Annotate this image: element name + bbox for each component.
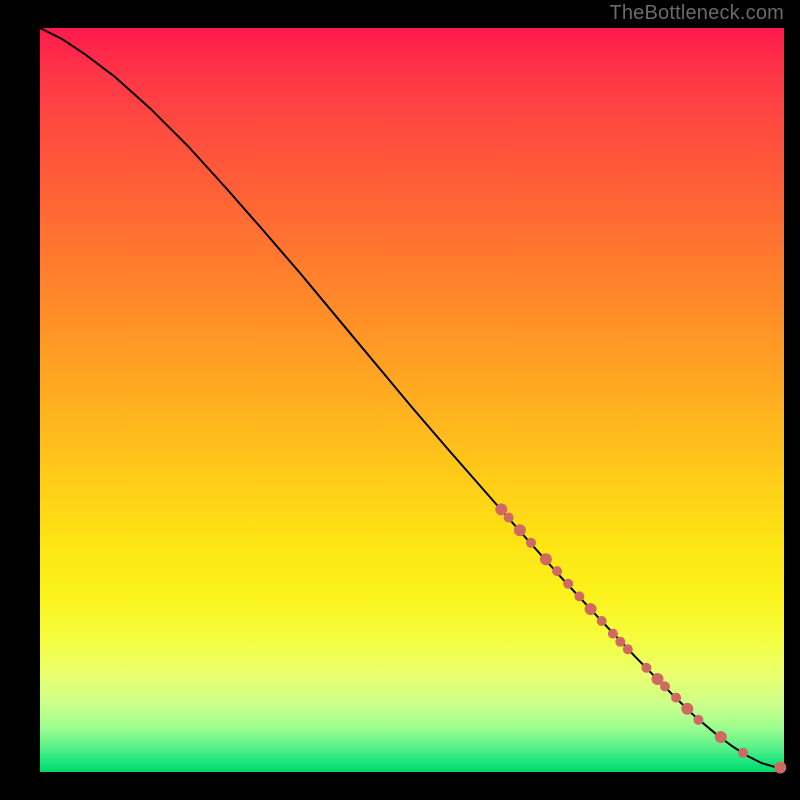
marker-group: [495, 503, 786, 773]
plot-area: [40, 28, 784, 772]
marker-dot: [671, 693, 681, 703]
marker-dot: [495, 503, 507, 515]
marker-dot: [574, 591, 584, 601]
attribution-text: TheBottleneck.com: [609, 2, 784, 25]
marker-dot: [597, 616, 607, 626]
marker-dot: [540, 553, 552, 565]
marker-dot: [615, 637, 625, 647]
marker-dot: [623, 644, 633, 654]
bottleneck-curve: [40, 28, 784, 768]
marker-dot: [552, 566, 562, 576]
marker-dot: [585, 603, 597, 615]
marker-dot: [681, 703, 693, 715]
marker-dot: [563, 579, 573, 589]
marker-dot: [660, 681, 670, 691]
marker-dot: [514, 524, 526, 536]
marker-dot: [693, 715, 703, 725]
marker-dot: [738, 748, 748, 758]
marker-dot: [641, 663, 651, 673]
marker-dot: [526, 538, 536, 548]
marker-dot: [504, 513, 514, 523]
marker-dot: [608, 629, 618, 639]
chart-svg: [40, 28, 784, 772]
marker-dot: [774, 762, 786, 774]
chart-frame: TheBottleneck.com: [0, 0, 800, 800]
marker-dot: [715, 731, 727, 743]
